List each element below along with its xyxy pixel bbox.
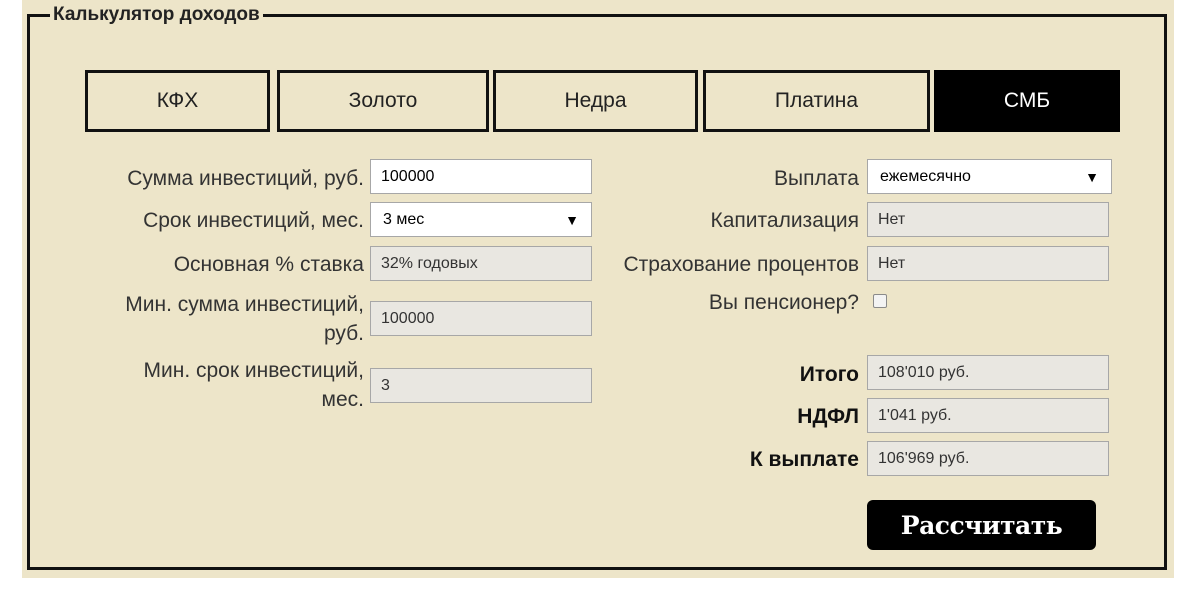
calculate-button[interactable]: Рассчитать	[867, 500, 1096, 550]
interest-insurance-label: Страхование процентов	[623, 253, 859, 276]
interest-insurance-field: Нет	[867, 246, 1109, 281]
tab-nedra[interactable]: Недра	[493, 70, 698, 132]
tax-label: НДФЛ	[797, 405, 859, 428]
tax-field: 1'041 руб.	[867, 398, 1109, 433]
investment-term-select[interactable]: 3 мес ▼	[370, 202, 592, 237]
base-rate-field: 32% годовых	[370, 246, 592, 281]
tab-smb[interactable]: СМБ	[934, 70, 1120, 132]
chevron-down-icon: ▼	[565, 211, 579, 228]
capitalization-label: Капитализация	[710, 209, 860, 232]
capitalization-field: Нет	[867, 202, 1109, 237]
payable-field: 106'969 руб.	[867, 441, 1109, 476]
base-rate-label: Основная % ставка	[173, 253, 364, 276]
min-term-label-line2: мес.	[321, 388, 364, 411]
total-field: 108'010 руб.	[867, 355, 1109, 390]
investment-term-label: Срок инвестиций, мес.	[143, 209, 364, 232]
total-label: Итого	[799, 363, 859, 386]
payable-label: К выплате	[749, 448, 859, 471]
payout-label: Выплата	[773, 167, 859, 190]
investment-term-value: 3 мес	[383, 210, 425, 228]
payout-value: ежемесячно	[880, 167, 971, 185]
payout-select[interactable]: ежемесячно ▼	[867, 159, 1112, 194]
calculator-title: Калькулятор доходов	[50, 4, 263, 26]
investment-sum-label: Сумма инвестиций, руб.	[127, 167, 364, 190]
min-sum-label-line2: руб.	[323, 322, 364, 345]
min-sum-label-line1: Мин. сумма инвестиций,	[125, 293, 364, 316]
tab-gold[interactable]: Золото	[277, 70, 489, 132]
min-term-label-line1: Мин. срок инвестиций,	[143, 359, 364, 382]
chevron-down-icon: ▼	[1085, 168, 1099, 185]
min-term-field: 3	[370, 368, 592, 403]
pensioner-checkbox[interactable]	[873, 294, 887, 308]
tab-platinum[interactable]: Платина	[703, 70, 930, 132]
min-sum-field: 100000	[370, 301, 592, 336]
pensioner-label: Вы пенсионер?	[708, 291, 859, 314]
investment-sum-input[interactable]: 100000	[370, 159, 592, 194]
tab-kfh[interactable]: КФХ	[85, 70, 270, 132]
